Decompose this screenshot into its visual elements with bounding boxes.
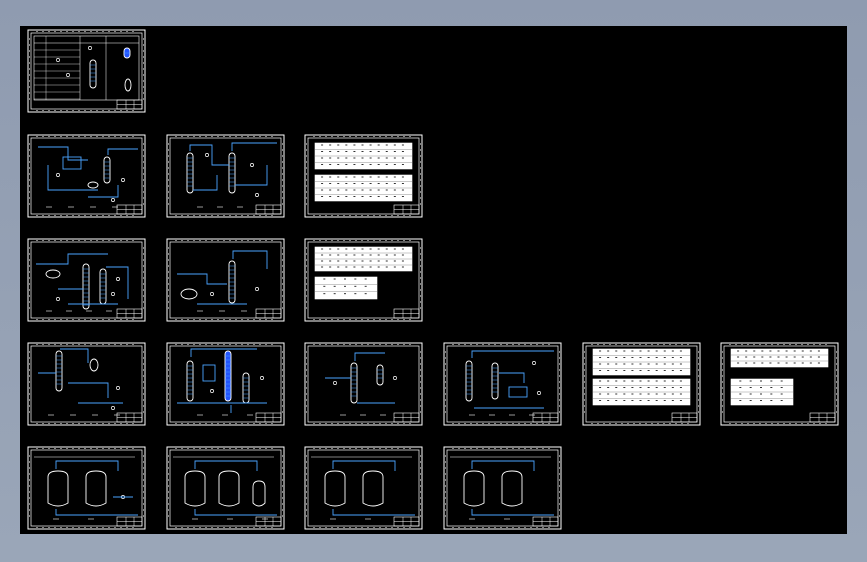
sheet-pfd-2[interactable] [166,134,285,218]
sheet-table-3[interactable] [582,342,701,426]
sheet-pfd-6[interactable] [166,342,285,426]
sheet-pfd-1[interactable] [27,134,146,218]
sheet-tanks-3[interactable] [304,446,423,530]
sheet-tanks-4[interactable] [443,446,562,530]
sheet-tanks-1[interactable] [27,446,146,530]
cad-drawing-canvas[interactable] [20,26,847,534]
sheet-table-2[interactable] [304,238,423,322]
sheet-tanks-2[interactable] [166,446,285,530]
sheet-pfd-5[interactable] [27,342,146,426]
sheet-pfd-7[interactable] [304,342,423,426]
sheet-pfd-8[interactable] [443,342,562,426]
sheet-table-4[interactable] [720,342,839,426]
sheet-pfd-3[interactable] [27,238,146,322]
sheet-pfd-4[interactable] [166,238,285,322]
sheet-table-1[interactable] [304,134,423,218]
drawing-viewport[interactable] [20,26,847,534]
sheet-index[interactable] [27,29,146,113]
